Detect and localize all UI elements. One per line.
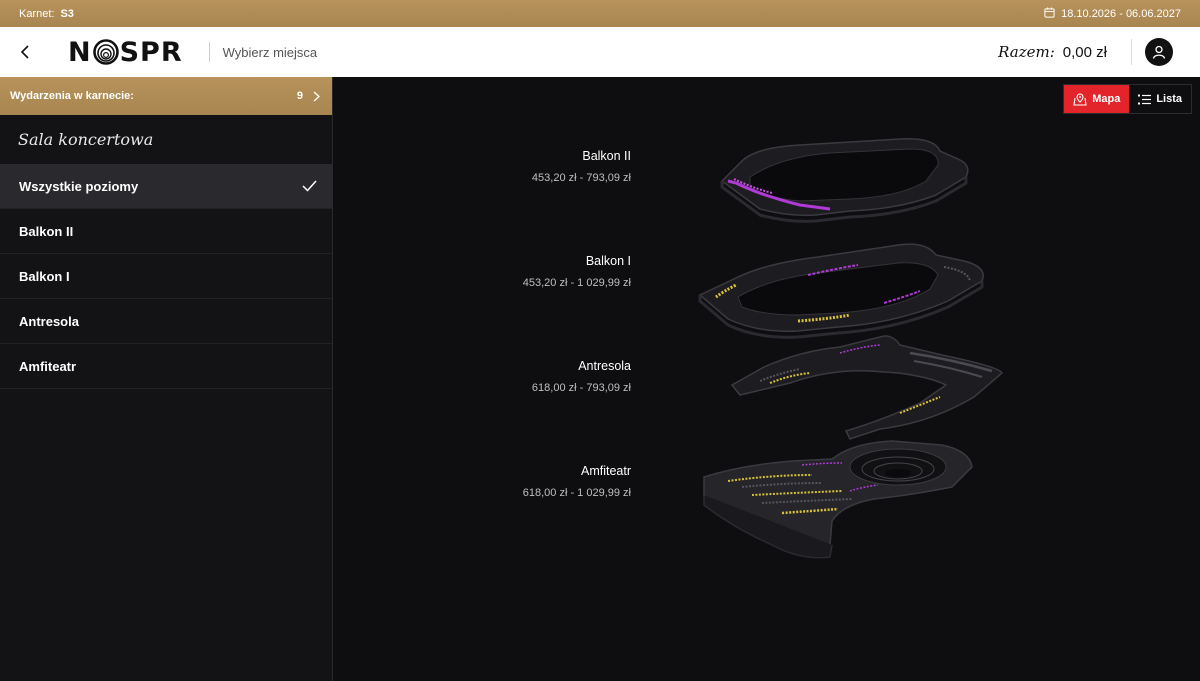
account-button[interactable] <box>1145 38 1173 66</box>
floor-map-antresola[interactable] <box>730 333 1010 443</box>
level-item-amfiteatr[interactable]: Amfiteatr <box>0 344 332 389</box>
events-in-pass-button[interactable]: Wydarzenia w karnecie: 9 <box>0 77 332 115</box>
floor-price: 618,00 zł - 1 029,99 zł <box>522 487 631 499</box>
floor-price: 618,00 zł - 793,09 zł <box>531 382 631 394</box>
view-toggle: Mapa Lista <box>1063 84 1192 114</box>
back-button[interactable] <box>0 27 50 77</box>
list-view-label: Lista <box>1156 93 1182 105</box>
floor-info-balkon-i[interactable]: Balkon I 453,20 zł - 1 029,99 zł <box>523 254 631 289</box>
floor-info-antresola[interactable]: Antresola 618,00 zł - 793,09 zł <box>532 359 631 394</box>
events-label: Wydarzenia w karnecie: <box>10 90 134 102</box>
logo-rings-icon <box>92 39 119 65</box>
cart-total: Razem: 0,00 zł <box>998 43 1107 61</box>
logo[interactable]: N SPR <box>68 37 183 68</box>
logo-text-left: N <box>68 36 92 68</box>
sidebar: Wydarzenia w karnecie: 9 Sala koncertowa… <box>0 77 333 681</box>
floor-name: Balkon I <box>585 254 631 268</box>
floor-map-balkon-ii[interactable] <box>720 137 980 227</box>
floor-price: 453,20 zł - 793,09 zł <box>531 172 631 184</box>
events-count: 9 <box>296 90 303 102</box>
check-icon <box>302 180 317 192</box>
pass-bar: Karnet: S3 18.10.2026 - 06.06.2027 <box>0 0 1200 27</box>
pass-label: Karnet: <box>19 7 55 20</box>
level-label: Amfiteatr <box>19 358 77 374</box>
level-label: Balkon I <box>19 268 70 284</box>
list-icon <box>1138 94 1152 104</box>
logo-text-right: SPR <box>119 36 183 68</box>
map-view-button[interactable]: Mapa <box>1064 85 1130 113</box>
floor-map-amfiteatr[interactable] <box>702 435 1002 565</box>
level-item-balkon-ii[interactable]: Balkon II <box>0 209 332 254</box>
list-view-button[interactable]: Lista <box>1129 85 1191 113</box>
level-label: Wszystkie poziomy <box>19 178 139 194</box>
chevron-right-icon <box>313 90 320 102</box>
date-range: 18.10.2026 - 06.06.2027 <box>1061 7 1181 20</box>
total-value: 0,00 zł <box>1062 44 1107 61</box>
level-item-all[interactable]: Wszystkie poziomy <box>0 164 332 209</box>
floor-info-balkon-ii[interactable]: Balkon II 453,20 zł - 793,09 zł <box>532 149 631 184</box>
floor-name: Balkon II <box>582 149 631 163</box>
floor-price: 453,20 zł - 1 029,99 zł <box>522 277 631 289</box>
level-item-antresola[interactable]: Antresola <box>0 299 332 344</box>
floor-name: Amfiteatr <box>580 464 631 478</box>
level-label: Antresola <box>19 313 79 329</box>
user-icon <box>1152 45 1166 59</box>
floor-name: Antresola <box>578 359 631 373</box>
divider <box>1131 39 1132 65</box>
map-view-label: Mapa <box>1092 93 1121 105</box>
header: N SPR Wybierz miejsca Razem: 0,00 zł <box>0 27 1200 77</box>
page-subtitle: Wybierz miejsca <box>222 44 318 60</box>
level-item-balkon-i[interactable]: Balkon I <box>0 254 332 299</box>
calendar-icon <box>1044 6 1055 21</box>
floor-info-amfiteatr[interactable]: Amfiteatr 618,00 zł - 1 029,99 zł <box>523 464 631 499</box>
map-pin-icon <box>1073 93 1087 106</box>
pass-value: S3 <box>60 7 74 20</box>
back-arrow-icon <box>20 45 29 59</box>
venue-name: Sala koncertowa <box>18 130 154 149</box>
seat-map-area: Mapa Lista Balkon II 453,20 zł - 793,09 … <box>334 77 1200 681</box>
level-label: Balkon II <box>19 223 74 239</box>
divider <box>208 42 210 62</box>
total-label: Razem: <box>998 43 1055 61</box>
floor-map-balkon-i[interactable] <box>698 239 1008 339</box>
